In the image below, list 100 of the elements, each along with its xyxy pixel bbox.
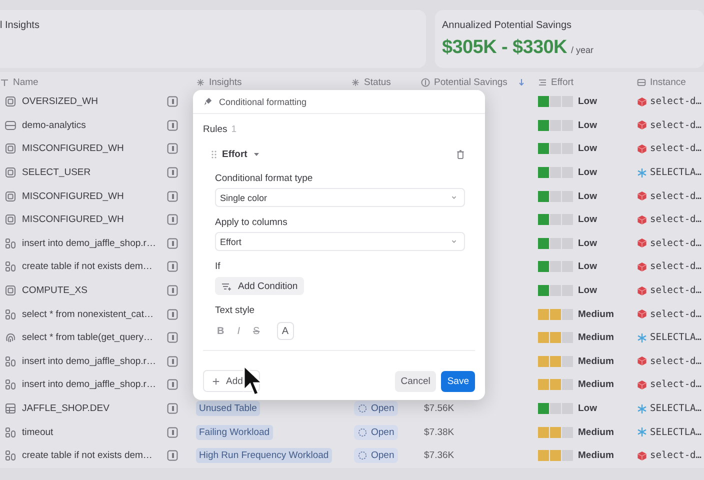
trash-icon[interactable] xyxy=(456,150,465,158)
name-cell-text: COMPUTE_XS xyxy=(22,285,88,296)
cube-icon xyxy=(637,238,647,248)
query-icon xyxy=(5,356,16,367)
add-condition-button[interactable]: Add Condition xyxy=(215,277,304,295)
instance-cell: select-d… xyxy=(650,450,702,462)
cube-icon xyxy=(637,286,647,296)
name-cell-text: create table if not exists dem… xyxy=(22,261,154,272)
cube-icon xyxy=(637,120,647,130)
panel-toggle-icon[interactable] xyxy=(167,332,178,344)
field-label: Apply to columns xyxy=(214,217,288,228)
select-field[interactable]: Single color xyxy=(215,188,465,207)
panel-toggle-icon[interactable] xyxy=(167,285,178,296)
panel-toggle-icon[interactable] xyxy=(167,167,178,178)
rule-column[interactable]: Effort xyxy=(222,148,248,160)
snowflake-icon xyxy=(637,404,647,414)
column-header[interactable]: Name xyxy=(13,76,38,88)
bold-button[interactable]: B xyxy=(215,326,226,336)
panel-toggle-icon[interactable] xyxy=(167,261,178,272)
instance-cell: select-d… xyxy=(650,96,702,108)
panel-toggle-icon[interactable] xyxy=(167,403,178,414)
sort-arrow-icon[interactable] xyxy=(517,78,526,86)
select-field[interactable]: Effort xyxy=(215,232,465,251)
name-cell-text: create table if not exists dem… xyxy=(22,450,154,462)
panel-toggle-icon[interactable] xyxy=(167,96,178,108)
unit-label: / year xyxy=(570,45,594,55)
warehouse-icon xyxy=(5,190,16,202)
cube-icon xyxy=(637,309,647,320)
rules-count: 1 xyxy=(231,124,237,135)
drag-handle-icon[interactable] xyxy=(211,150,217,158)
name-cell-text: OVERSIZED_WH xyxy=(22,96,100,108)
sparkle-icon xyxy=(196,78,205,86)
column-header[interactable]: Instance xyxy=(650,76,686,88)
instance-cell: SELECTLA… xyxy=(650,403,702,414)
card-label: Annualized Potential Savings xyxy=(442,20,573,31)
savings-cell-text: $7.56K xyxy=(423,403,456,414)
cube-icon xyxy=(637,356,647,366)
panel-toggle-icon[interactable] xyxy=(167,143,178,154)
name-cell-text: MISCONFIGURED_WH xyxy=(22,190,125,202)
text-icon xyxy=(0,78,9,86)
effort-label: Medium xyxy=(578,426,614,438)
dialog-title: Conditional formatting xyxy=(219,96,307,106)
cancel-button[interactable]: Cancel xyxy=(394,370,436,392)
cube-icon xyxy=(637,380,647,390)
save-button[interactable]: Save xyxy=(441,370,475,392)
panel-toggle-icon[interactable] xyxy=(167,214,178,226)
effort-label: Medium xyxy=(578,450,614,462)
query-icon xyxy=(5,426,16,438)
instance-cell: SELECTLA… xyxy=(650,426,702,438)
name-cell-text: timeout xyxy=(22,426,54,438)
effort-label: Medium xyxy=(578,332,614,344)
warehouse-icon xyxy=(5,214,16,226)
name-cell-text: insert into demo_jaffle_shop.r… xyxy=(22,356,157,367)
italic-button[interactable]: I xyxy=(235,326,242,336)
panel-toggle-icon[interactable] xyxy=(167,238,178,249)
strikethrough-button[interactable]: S xyxy=(251,326,262,336)
status-badge: Open xyxy=(354,448,398,464)
instance-cell: select-d… xyxy=(650,379,702,390)
instance-cell: select-d… xyxy=(650,261,702,272)
query-icon xyxy=(5,238,16,249)
status-badge: Open xyxy=(354,424,398,440)
name-cell-text: select * from table(get_query… xyxy=(22,332,154,344)
panel-toggle-icon[interactable] xyxy=(167,426,178,438)
savings-cell-text: $7.38K xyxy=(423,426,456,438)
instance-cell: select-d… xyxy=(650,120,702,131)
text-color-button[interactable]: A xyxy=(276,322,294,340)
column-header[interactable]: Effort xyxy=(551,76,574,88)
insight-tag: High Run Frequency Workload xyxy=(196,448,332,464)
effort-label: Low xyxy=(578,403,597,414)
warehouse-icon xyxy=(5,96,16,108)
dashed-circle-icon xyxy=(358,428,367,437)
insight-tag: Unused Table xyxy=(196,401,260,416)
panel-toggle-icon[interactable] xyxy=(167,120,178,131)
name-cell-text: demo-analytics xyxy=(22,120,87,131)
name-cell-text: insert into demo_jaffle_shop.r… xyxy=(22,379,157,390)
effort-label: Low xyxy=(578,96,597,108)
panel-toggle-icon[interactable] xyxy=(167,356,178,367)
rules-label: Rules xyxy=(203,124,228,135)
name-cell-text: insert into demo_jaffle_shop.r… xyxy=(22,238,157,249)
effort-label: Medium xyxy=(578,356,614,367)
cube-icon xyxy=(637,214,647,225)
effort-label: Low xyxy=(578,214,597,226)
effort-label: Low xyxy=(578,261,597,272)
table-icon xyxy=(5,403,16,414)
panel-toggle-icon[interactable] xyxy=(167,379,178,390)
fingerprint-icon xyxy=(5,332,16,344)
panel-toggle-icon[interactable] xyxy=(167,308,178,320)
cube-icon xyxy=(637,191,647,202)
column-header[interactable]: Potential Savings xyxy=(434,76,508,88)
name-cell-text: SELECT_USER xyxy=(22,167,92,178)
column-header[interactable]: Insights xyxy=(209,76,242,88)
name-cell-text: MISCONFIGURED_WH xyxy=(22,214,125,226)
panel-toggle-icon[interactable] xyxy=(167,190,178,202)
effort-label: Low xyxy=(578,285,597,296)
snowflake-icon xyxy=(637,332,647,343)
warehouse-icon xyxy=(5,285,16,296)
column-header[interactable]: Status xyxy=(364,76,391,88)
panel-toggle-icon[interactable] xyxy=(167,450,178,462)
query-icon xyxy=(5,450,16,462)
cube-icon xyxy=(637,144,647,154)
